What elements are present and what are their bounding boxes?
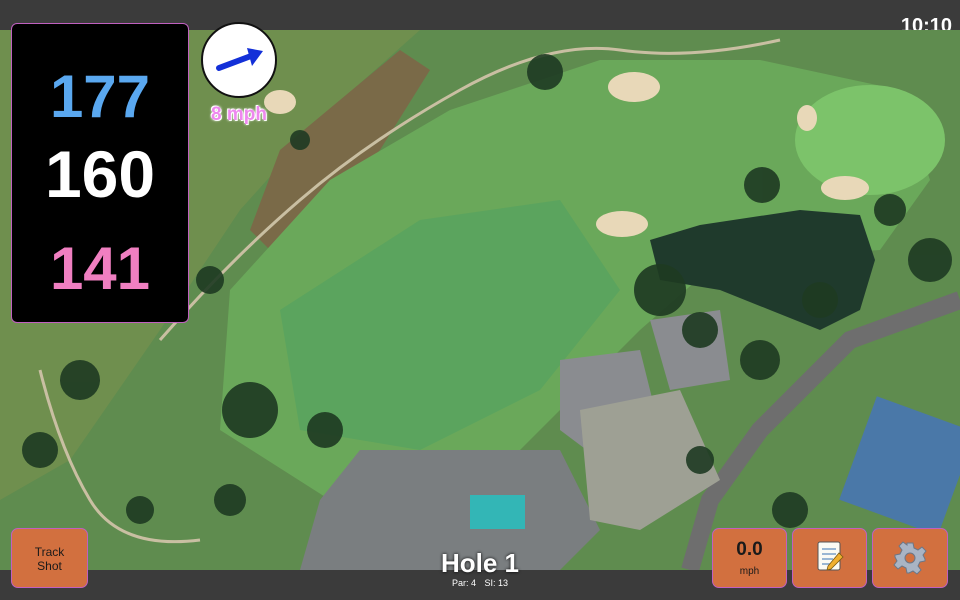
wind-direction-indicator [201,22,277,98]
track-shot-label-line1: Track [34,545,65,559]
arrow-icon [216,48,263,71]
speed-value: 0.0 [736,539,763,560]
hole-title: Hole 1 [440,548,520,578]
hole-stroke-index: SI: 13 [484,578,509,588]
hole-info: Hole 1 Par: 4 SI: 13 [380,548,580,588]
middle-distance: 160 [44,137,156,211]
notes-button[interactable] [792,528,867,588]
notepad-icon [817,541,844,571]
hole-par: Par: 4 [451,578,476,588]
track-shot-button[interactable]: Track Shot [11,528,88,588]
track-shot-label-line2: Shot [37,559,62,573]
speed-button[interactable]: 0.0 mph [712,528,787,588]
speed-unit: mph [739,566,760,577]
wind-speed-label: 8 mph [211,104,267,125]
distance-panel: 177 160 141 [11,23,189,323]
back-distance: 177 [49,63,151,130]
front-distance: 141 [49,235,151,302]
hole-meta: Par: 4 SI: 13 [380,578,580,588]
settings-button[interactable] [872,528,948,588]
gear-icon [893,541,927,575]
